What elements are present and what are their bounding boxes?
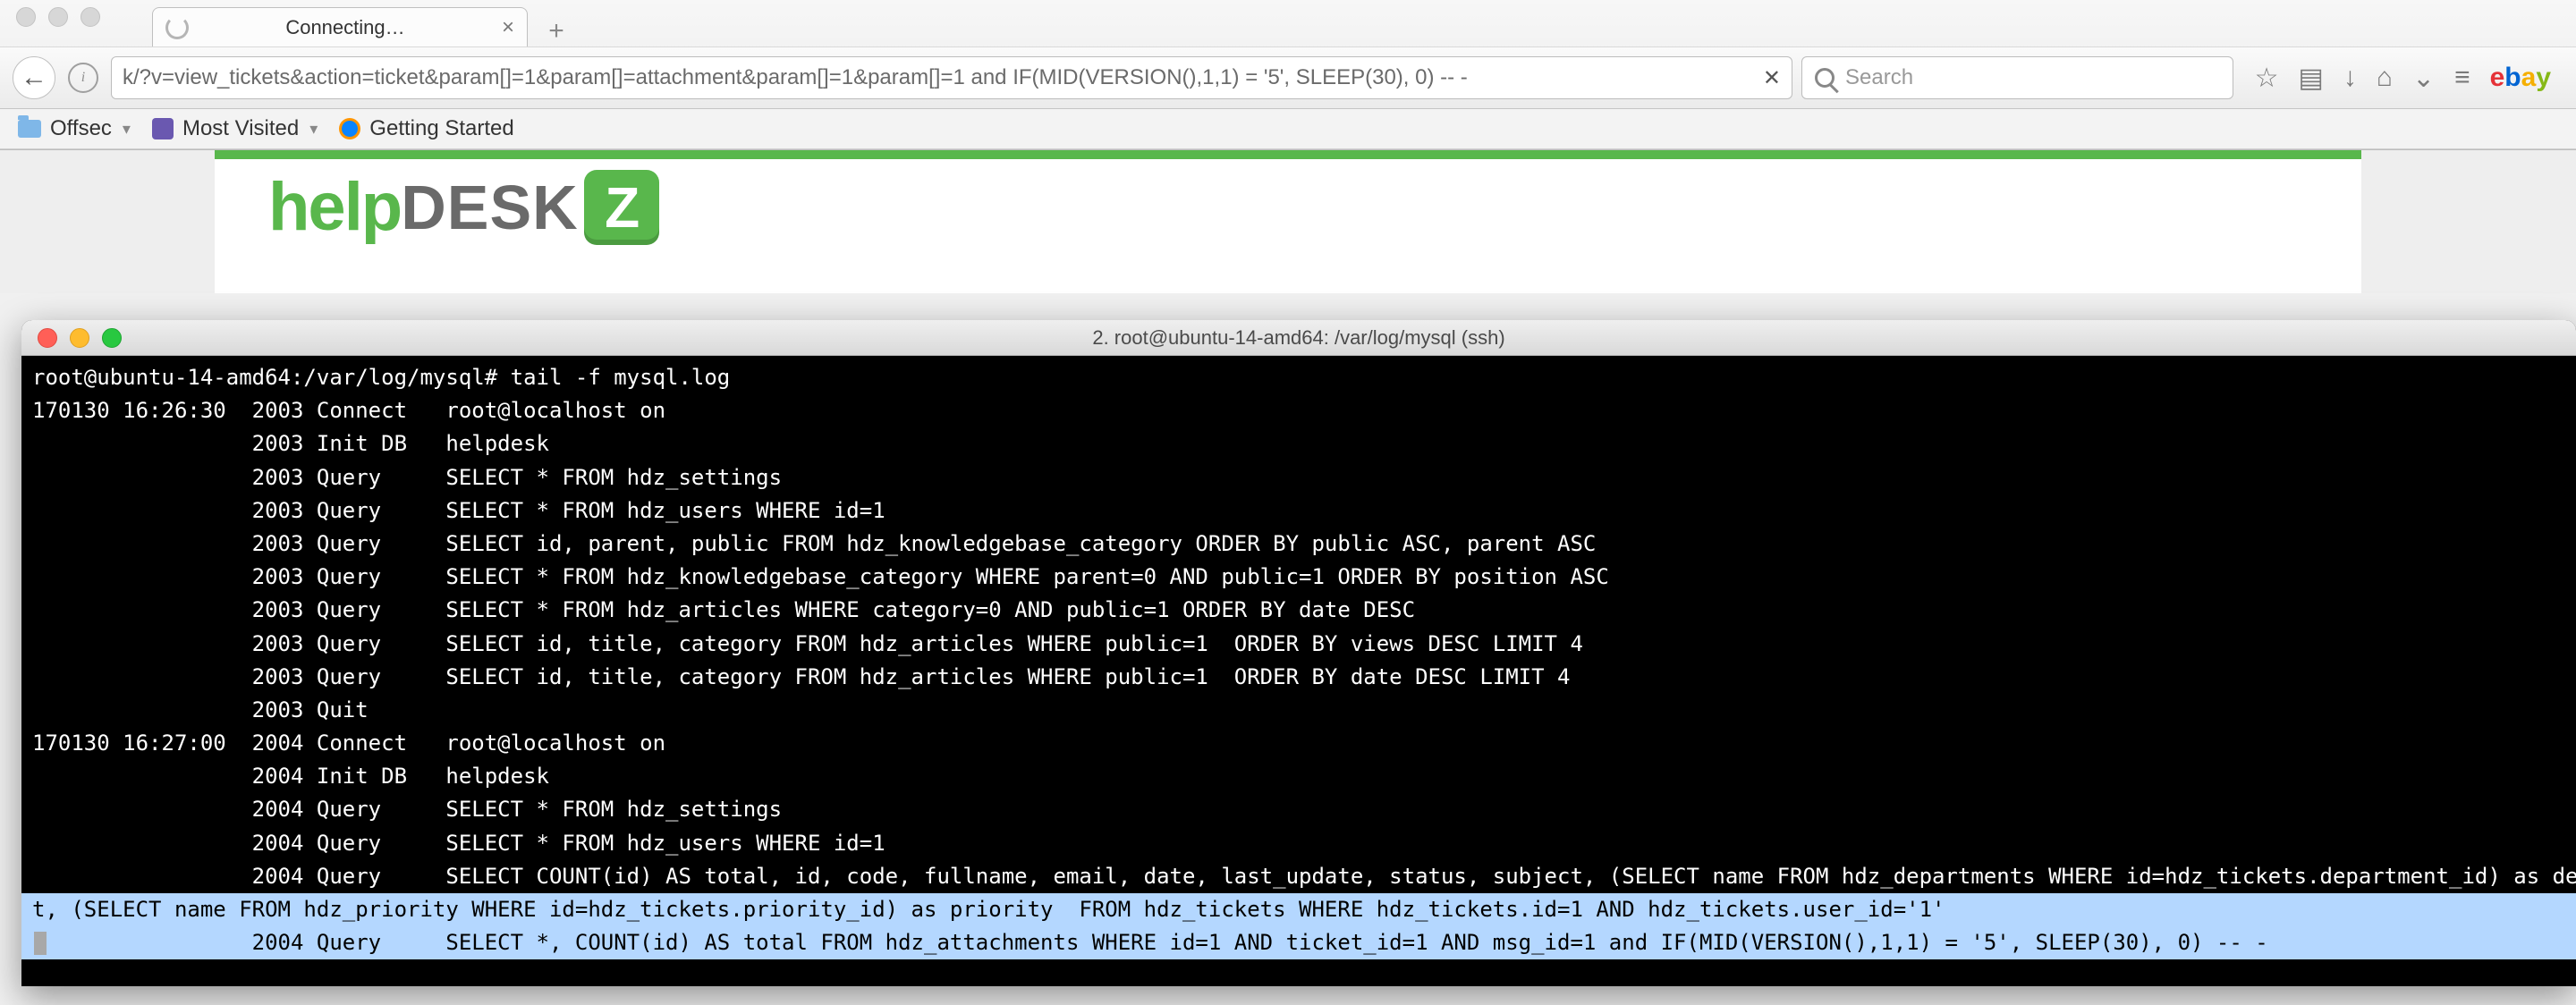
ebay-addon-icon[interactable]: ebay (2490, 63, 2551, 93)
terminal-window: 2. root@ubuntu-14-amd64: /var/log/mysql … (21, 320, 2576, 986)
terminal-line: 2004 Query SELECT * FROM hdz_users WHERE… (21, 827, 2576, 860)
bookmark-getting-started[interactable]: Getting Started (339, 116, 513, 141)
home-icon[interactable]: ⌂ (2377, 63, 2393, 93)
new-tab-button[interactable]: + (540, 16, 572, 46)
browser-tab-active[interactable]: Connecting… × (152, 7, 528, 46)
terminal-line: 2004 Query SELECT COUNT(id) AS total, id… (21, 860, 2576, 893)
terminal-selected-line: 2004 Query SELECT *, COUNT(id) AS total … (21, 926, 2576, 959)
tab-close-icon[interactable]: × (502, 15, 514, 40)
back-button[interactable]: ← (13, 56, 55, 99)
most-visited-icon (152, 118, 174, 139)
terminal-line: 2003 Query SELECT id, parent, public FRO… (21, 528, 2576, 561)
logo-z-badge: Z (584, 170, 659, 245)
tab-strip: Connecting… × + (0, 0, 2576, 46)
terminal-titlebar[interactable]: 2. root@ubuntu-14-amd64: /var/log/mysql … (21, 320, 2576, 356)
terminal-body[interactable]: root@ubuntu-14-amd64:/var/log/mysql# tai… (21, 356, 2576, 986)
terminal-line: 2004 Query SELECT * FROM hdz_settings (21, 793, 2576, 826)
text-cursor (34, 932, 47, 955)
search-placeholder: Search (1845, 65, 1913, 90)
pocket-icon[interactable]: ⌄ (2412, 63, 2435, 94)
terminal-line: 2004 Init DB helpdesk (21, 760, 2576, 793)
url-input[interactable]: k/?v=view_tickets&action=ticket&param[]=… (123, 65, 1752, 90)
bookmark-folder-offsec[interactable]: Offsec ▾ (18, 116, 131, 141)
terminal-selected-text: 2004 Query SELECT *, COUNT(id) AS total … (47, 930, 2268, 955)
logo-part-help: HeLP (268, 168, 401, 246)
site-identity-icon[interactable]: i (68, 63, 98, 93)
terminal-line: 2003 Query SELECT * FROM hdz_knowledgeba… (21, 561, 2576, 594)
stop-loading-icon[interactable]: ✕ (1763, 65, 1781, 91)
page-viewport: HeLP DeSK Z (0, 150, 2576, 293)
accent-bar (215, 150, 2361, 159)
terminal-line: 2003 Query SELECT * FROM hdz_settings (21, 461, 2576, 494)
terminal-line: 170130 16:27:00 2004 Connect root@localh… (21, 727, 2576, 760)
bookmark-most-visited[interactable]: Most Visited ▾ (152, 116, 318, 141)
toolbar-icons: ☆ ▤ ↓ ⌂ ⌄ ≡ ebay (2242, 63, 2563, 94)
helpdeskz-logo: HeLP DeSK Z (268, 168, 2308, 246)
folder-icon (18, 120, 41, 138)
bookmarks-toolbar: Offsec ▾ Most Visited ▾ Getting Started (0, 109, 2576, 149)
terminal-line: 2003 Query SELECT id, title, category FR… (21, 628, 2576, 661)
browser-chrome: Connecting… × + ← i k/?v=view_tickets&ac… (0, 0, 2576, 150)
page-header: HeLP DeSK Z (215, 159, 2361, 293)
terminal-selected-line: t, (SELECT name FROM hdz_priority WHERE … (21, 893, 2576, 926)
search-icon (1815, 68, 1835, 88)
terminal-line: 2003 Query SELECT * FROM hdz_users WHERE… (21, 494, 2576, 528)
terminal-prompt-line: root@ubuntu-14-amd64:/var/log/mysql# tai… (21, 361, 2576, 394)
chevron-down-icon: ▾ (123, 120, 131, 139)
reader-icon[interactable]: ▤ (2298, 63, 2323, 94)
terminal-line: 2003 Query SELECT id, title, category FR… (21, 661, 2576, 694)
chevron-down-icon: ▾ (309, 120, 318, 139)
terminal-line: 2003 Quit (21, 694, 2576, 727)
terminal-line: 2003 Query SELECT * FROM hdz_articles WH… (21, 594, 2576, 627)
terminal-line: 170130 16:26:30 2003 Connect root@localh… (21, 394, 2576, 427)
tab-title: Connecting… (201, 16, 489, 39)
loading-spinner-icon (165, 16, 189, 39)
logo-part-desk: DeSK (401, 172, 578, 243)
firefox-icon (339, 118, 360, 139)
terminal-title: 2. root@ubuntu-14-amd64: /var/log/mysql … (21, 326, 2576, 350)
url-bar[interactable]: k/?v=view_tickets&action=ticket&param[]=… (111, 56, 1792, 99)
bookmark-label: Getting Started (369, 116, 513, 141)
downloads-icon[interactable]: ↓ (2343, 63, 2357, 93)
bookmark-label: Offsec (50, 116, 112, 141)
terminal-line: 2003 Init DB helpdesk (21, 427, 2576, 460)
nav-bar: ← i k/?v=view_tickets&action=ticket&para… (0, 46, 2576, 109)
bookmark-star-icon[interactable]: ☆ (2255, 63, 2279, 94)
bookmark-label: Most Visited (182, 116, 299, 141)
menu-icon[interactable]: ≡ (2454, 63, 2470, 93)
search-bar[interactable]: Search (1801, 56, 2233, 99)
